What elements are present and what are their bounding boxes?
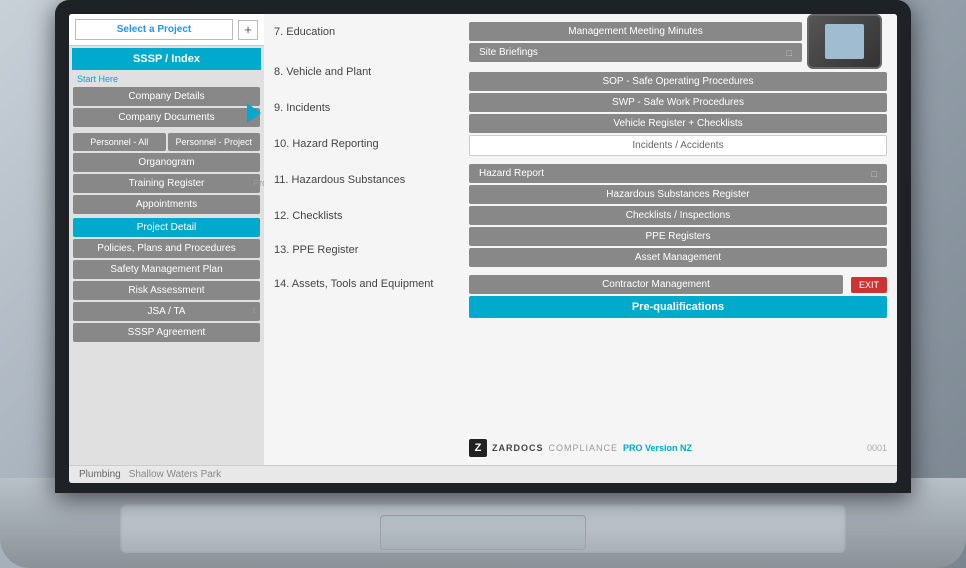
menu-item-incidents: 9. Incidents [274,102,459,114]
sop-btn[interactable]: SOP - Safe Operating Procedures [469,72,887,91]
zardocs-icon: Z [469,439,487,457]
menu-list: 7. Education 8. Vehicle and Plant 9. Inc… [274,22,459,457]
hazard-report-btn[interactable]: Hazard Report □ [469,164,887,183]
contractor-management-btn[interactable]: Contractor Management [469,275,843,294]
project-detail-btn[interactable]: Project Detail [73,218,260,237]
company-name: ZARDOCS [492,443,544,453]
company-details-btn[interactable]: Company Details [73,87,260,106]
start-here-label: Start Here [69,72,264,86]
add-project-button[interactable]: + [238,20,258,40]
right-button-panel: Management Meeting Minutes Site Briefing… [469,22,887,457]
t-edge-text: t [253,305,256,315]
appointments-btn[interactable]: Appointments [73,195,260,214]
pre-qualifications-btn[interactable]: Pre-qualifications [469,296,887,318]
menu-item-assets: 14. Assets, Tools and Equipment [274,278,459,290]
main-content: 7. Education 8. Vehicle and Plant 9. Inc… [264,14,897,465]
menu-item-ppe: 13. PPE Register [274,244,459,256]
select-project-bar: Select a Project + [69,14,264,46]
incidents-btn[interactable]: Incidents / Accidents [469,135,887,156]
sssp-agreement-btn[interactable]: SSSP Agreement [73,323,260,342]
screen-footer: Plumbing Shallow Waters Park [69,465,897,483]
risk-assessment-btn[interactable]: Risk Assessment [73,281,260,300]
training-register-btn[interactable]: Training Register [73,174,260,193]
project-name: Plumbing [79,469,121,480]
menu-item-checklists: 12. Checklists [274,210,459,222]
jsa-ta-btn[interactable]: JSA / TA [73,302,260,321]
pro-version-text: PRO Version NZ [623,443,692,453]
trackpad [380,515,586,550]
select-project-button[interactable]: Select a Project [75,19,233,40]
menu-item-hazard: 10. Hazard Reporting [274,138,459,150]
safety-management-btn[interactable]: Safety Management Plan [73,260,260,279]
swp-btn[interactable]: SWP - Safe Work Procedures [469,93,887,112]
compliance-text: COMPLIANCE [549,443,619,453]
sidebar: Select a Project + SSSP / Index Start He… [69,14,264,465]
screen: Select a Project + SSSP / Index Start He… [69,14,897,483]
page-number: 0001 [867,443,887,453]
personnel-all-btn[interactable]: Personnel - All [73,133,166,151]
site-briefings-btn[interactable]: Site Briefings □ [469,43,802,62]
location-text: Shallow Waters Park [129,469,221,480]
exit-button[interactable]: EXIT [851,277,887,293]
policies-plans-btn[interactable]: Policies, Plans and Procedures [73,239,260,258]
hazardous-substances-btn[interactable]: Hazardous Substances Register [469,185,887,204]
personnel-project-btn[interactable]: Personnel - Project [168,133,261,151]
asset-management-btn[interactable]: Asset Management [469,248,887,267]
vehicle-register-btn[interactable]: Vehicle Register + Checklists [469,114,887,133]
ppe-registers-btn[interactable]: PPE Registers [469,227,887,246]
phone-image [807,14,882,69]
bottom-info-bar: Z ZARDOCS COMPLIANCE PRO Version NZ 0001 [469,435,887,457]
menu-item-hazardous: 11. Hazardous Substances [274,174,459,186]
sssp-index-header[interactable]: SSSP / Index [72,48,261,70]
start-arrow [247,103,261,123]
company-documents-btn[interactable]: Company Documents [73,108,260,127]
checklists-inspections-btn[interactable]: Checklists / Inspections [469,206,887,225]
management-meeting-btn[interactable]: Management Meeting Minutes [469,22,802,41]
menu-item-vehicle: 8. Vehicle and Plant [274,66,459,78]
menu-item-education: 7. Education [274,26,459,38]
laptop-bezel: Select a Project + SSSP / Index Start He… [55,0,911,493]
organogram-btn[interactable]: Organogram [73,153,260,172]
